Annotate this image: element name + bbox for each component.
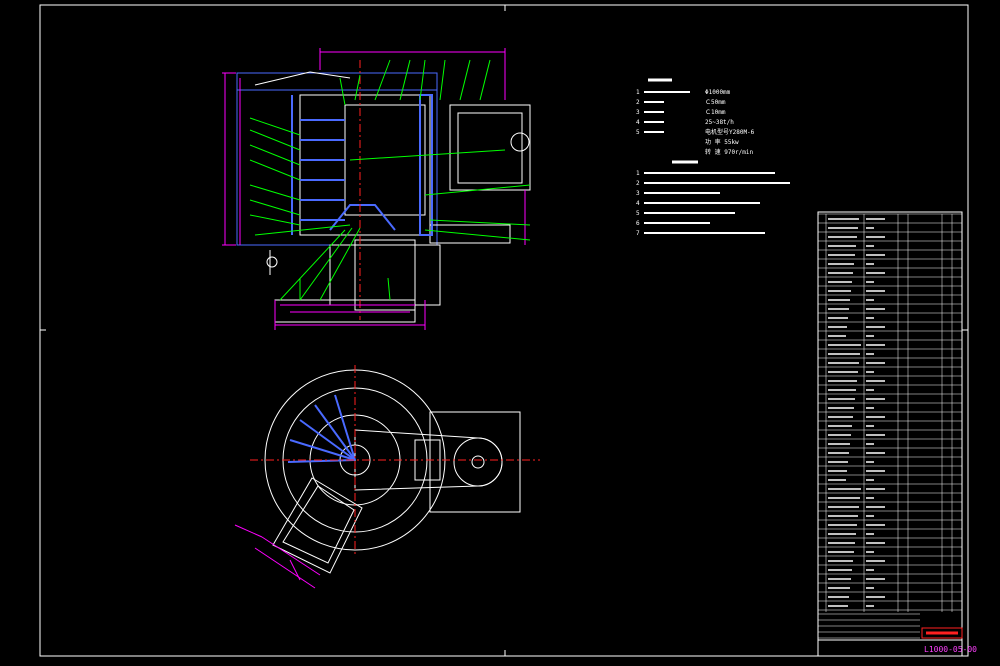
spec-no-5: 5	[636, 129, 640, 136]
note-no-6: 6	[636, 220, 640, 227]
notes-block: 1 2 3 4 5 6 7	[636, 160, 790, 237]
spec-value-2: Ｃ50mm	[705, 99, 726, 106]
note-no-4: 4	[636, 200, 640, 207]
spec-value-1: Φ1000mm	[705, 89, 731, 96]
note-no-3: 3	[636, 190, 640, 197]
crusher-body	[254, 71, 531, 323]
note-no-2: 2	[636, 180, 640, 187]
spec-table: 1 Φ1000mm 2 Ｃ50mm 3 Ｃ10mm 4 25~38t/h 5 电…	[636, 78, 755, 156]
spec-value-4: 25~38t/h	[705, 119, 734, 126]
note-no-7: 7	[636, 230, 640, 237]
spec-no-2: 2	[636, 99, 640, 106]
note-text-strokes	[644, 172, 790, 234]
plan-spokes	[287, 394, 356, 463]
note-no-5: 5	[636, 210, 640, 217]
spec-value-3: Ｃ10mm	[705, 109, 726, 116]
front-section-view	[222, 48, 531, 330]
discharge-chute	[272, 477, 363, 574]
cad-drawing-sheet: 1 Φ1000mm 2 Ｃ50mm 3 Ｃ10mm 4 25~38t/h 5 电…	[39, 4, 977, 657]
rotor-stack	[291, 94, 433, 236]
spec-label-strokes	[644, 91, 690, 133]
bill-of-materials: L1000-05-00	[817, 211, 977, 657]
plan-center-lines	[250, 365, 540, 555]
spec-value-7: 转 速 970r/min	[705, 148, 754, 156]
spec-value-5: 电机型号Y280M-6	[705, 128, 755, 136]
drawing-number: L1000-05-00	[924, 645, 977, 654]
spec-value-6: 功 率 55kw	[705, 138, 739, 146]
drawing-frame	[39, 4, 969, 657]
plan-view	[234, 365, 540, 589]
plan-dimensions	[234, 524, 321, 589]
note-no-1: 1	[636, 170, 640, 177]
spec-no-4: 4	[636, 119, 640, 126]
spec-no-3: 3	[636, 109, 640, 116]
spec-no-1: 1	[636, 89, 640, 96]
